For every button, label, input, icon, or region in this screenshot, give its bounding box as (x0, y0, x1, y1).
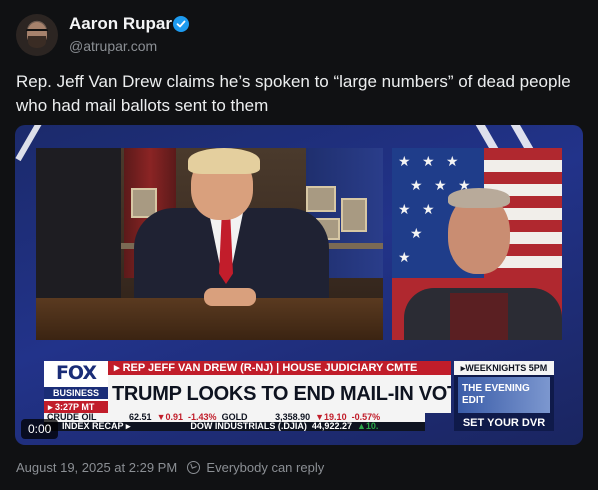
broadcast-clock: ▸ 3:27P MT (44, 401, 108, 413)
video-right-frame: ★ ★ ★ ★ ★ ★ ★ ★ ★ ★ (392, 148, 562, 340)
post-timestamp[interactable]: August 19, 2025 at 2:29 PM (16, 460, 177, 475)
reply-settings-icon (186, 461, 200, 474)
verified-badge-icon (173, 16, 189, 32)
reply-settings[interactable]: Everybody can reply (206, 460, 324, 475)
post: Aaron Rupar @atrupar.com Rep. Jeff Van D… (0, 0, 598, 490)
author-name[interactable]: Aaron Rupar (69, 14, 172, 34)
market-ticker: CRUDE OIL 62.51 ▼0.91 -1.43% GOLD 3,358.… (44, 413, 425, 431)
post-text: Rep. Jeff Van Drew claims he’s spoken to… (16, 72, 571, 115)
video-left-frame (36, 148, 383, 340)
video-player[interactable]: ★ ★ ★ ★ ★ ★ ★ ★ ★ ★ FOX BUSINESS ▸ 3:27P MT ▸ … (15, 125, 583, 445)
post-footer: August 19, 2025 at 2:29 PM Everybody can… (16, 460, 324, 475)
author-avatar[interactable] (16, 14, 58, 56)
fox-business-logo: FOX BUSINESS (44, 361, 108, 401)
chyron-subtitle: ▸ REP JEFF VAN DREW (R-NJ) | HOUSE JUDIC… (108, 361, 451, 375)
author-handle[interactable]: @atrupar.com (69, 38, 157, 54)
show-promo: ▸WEEKNIGHTS 5PM ET THE EVENING EDIT SET … (454, 361, 554, 431)
chyron-headline: TRUMP LOOKS TO END MAIL-IN VOTING (108, 375, 451, 413)
video-timestamp[interactable]: 0:00 (21, 419, 59, 439)
